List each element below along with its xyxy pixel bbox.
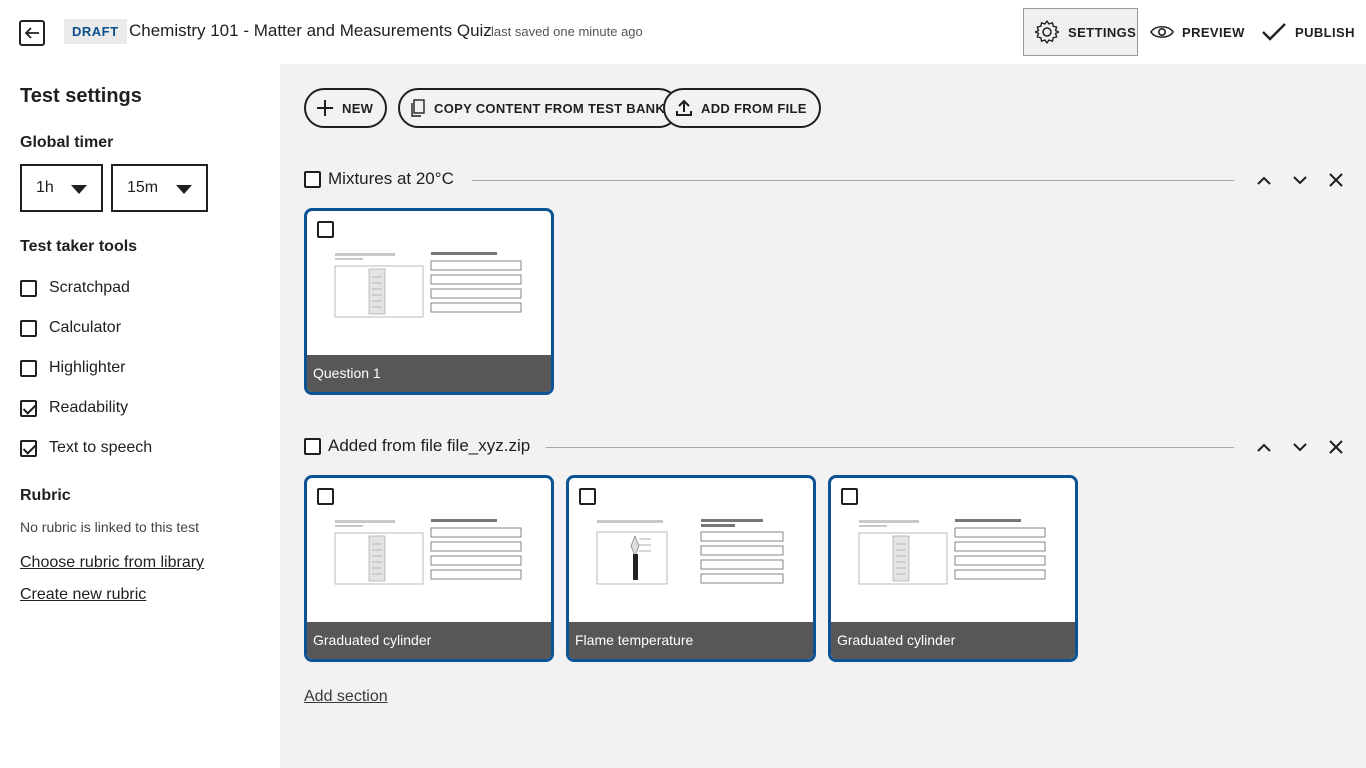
rubric-heading: Rubric — [20, 487, 71, 504]
top-bar: DRAFT Chemistry 101 - Matter and Measure… — [0, 0, 1366, 64]
page-title: Chemistry 101 - Matter and Measurements … — [129, 21, 492, 40]
question-title: Graduated cylinder — [831, 622, 1075, 659]
tool-highlighter[interactable]: Highlighter — [20, 356, 125, 380]
tool-label: Calculator — [49, 319, 122, 336]
settings-button[interactable]: SETTINGS — [1023, 8, 1138, 56]
check-icon — [1262, 23, 1286, 41]
remove-section-button[interactable] — [1324, 435, 1348, 459]
question-checkbox[interactable] — [317, 221, 334, 238]
move-section-down-button[interactable] — [1288, 168, 1312, 192]
chevron-up-icon — [1257, 443, 1271, 452]
sidebar-title: Test settings — [20, 85, 142, 107]
question-card[interactable]: Graduated cylinder — [828, 475, 1078, 662]
section-title: Mixtures at 20°C — [328, 169, 454, 188]
question-title: Graduated cylinder — [307, 622, 551, 659]
text-to-speech-checkbox[interactable] — [20, 439, 37, 457]
copy-icon — [411, 99, 425, 117]
scratchpad-checkbox[interactable] — [20, 279, 37, 297]
eye-icon — [1150, 25, 1174, 39]
question-card[interactable]: Flame temperature — [566, 475, 816, 662]
highlighter-checkbox[interactable] — [20, 359, 37, 377]
question-checkbox[interactable] — [579, 488, 596, 505]
tool-text-to-speech[interactable]: Text to speech — [20, 436, 152, 460]
tool-label: Readability — [49, 399, 129, 416]
rubric-note: No rubric is linked to this test — [20, 519, 199, 535]
question-checkbox[interactable] — [317, 488, 334, 505]
readability-checkbox[interactable] — [20, 399, 37, 417]
upload-icon — [676, 99, 692, 116]
tool-label: Highlighter — [49, 359, 126, 376]
add-from-file-button[interactable]: ADD FROM FILE — [663, 88, 821, 128]
timer-minutes-value: 15m — [127, 179, 159, 196]
section-title: Added from file file_xyz.zip — [328, 436, 531, 455]
question-card[interactable]: Graduated cylinder — [304, 475, 554, 662]
section-header: Added from file file_xyz.zip — [304, 435, 1350, 459]
calculator-checkbox[interactable] — [20, 319, 37, 337]
chevron-down-icon — [1293, 442, 1307, 451]
chevron-down-icon — [1293, 175, 1307, 184]
save-status: last saved one minute ago — [491, 24, 643, 39]
question-thumbnail — [596, 519, 784, 585]
section-divider — [472, 180, 1234, 181]
tool-calculator[interactable]: Calculator — [20, 316, 121, 340]
timer-minutes-select[interactable]: 15m — [111, 164, 208, 212]
chevron-up-icon — [1257, 176, 1271, 185]
preview-label: PREVIEW — [1182, 24, 1245, 40]
question-title: Flame temperature — [569, 622, 813, 659]
choose-rubric-link[interactable]: Choose rubric from library — [20, 554, 204, 572]
back-arrow-icon — [24, 27, 39, 39]
question-thumbnail — [334, 252, 522, 318]
status-badge: DRAFT — [64, 19, 127, 44]
close-icon — [1329, 173, 1343, 187]
move-section-down-button[interactable] — [1288, 435, 1312, 459]
chevron-down-icon — [176, 185, 192, 194]
question-thumbnail — [334, 519, 522, 585]
move-section-up-button[interactable] — [1252, 435, 1276, 459]
section-divider — [546, 447, 1234, 448]
question-checkbox[interactable] — [841, 488, 858, 505]
preview-button[interactable]: PREVIEW — [1150, 8, 1245, 56]
main-content: NEW COPY CONTENT FROM TEST BANK ADD FROM… — [280, 64, 1366, 768]
section-checkbox[interactable] — [304, 171, 321, 188]
remove-section-button[interactable] — [1324, 168, 1348, 192]
tool-label: Text to speech — [49, 439, 153, 456]
timer-heading: Global timer — [20, 134, 114, 151]
chevron-down-icon — [71, 185, 87, 194]
settings-sidebar: Test settings Global timer 1h 15m Test t… — [0, 64, 280, 768]
tool-label: Scratchpad — [49, 279, 130, 296]
tool-scratchpad[interactable]: Scratchpad — [20, 276, 130, 300]
timer-hours-value: 1h — [36, 179, 54, 196]
section-checkbox[interactable] — [304, 438, 321, 455]
close-icon — [1329, 440, 1343, 454]
timer-hours-select[interactable]: 1h — [20, 164, 103, 212]
copy-from-test-bank-button[interactable]: COPY CONTENT FROM TEST BANK — [398, 88, 680, 128]
add-section-link[interactable]: Add section — [304, 688, 388, 706]
section-header: Mixtures at 20°C — [304, 168, 1350, 192]
new-button[interactable]: NEW — [304, 88, 388, 128]
publish-button[interactable]: PUBLISH — [1261, 8, 1355, 56]
plus-icon — [317, 100, 333, 116]
settings-label: SETTINGS — [1068, 24, 1137, 40]
question-thumbnail — [858, 519, 1046, 585]
publish-label: PUBLISH — [1295, 24, 1355, 40]
question-title: Question 1 — [307, 355, 551, 392]
tools-heading: Test taker tools — [20, 238, 138, 255]
question-card[interactable]: Question 1 — [304, 208, 554, 395]
tool-readability[interactable]: Readability — [20, 396, 128, 420]
create-rubric-link[interactable]: Create new rubric — [20, 586, 146, 604]
copy-label: COPY CONTENT FROM TEST BANK — [434, 100, 666, 116]
new-label: NEW — [342, 100, 374, 116]
back-button[interactable] — [19, 20, 45, 46]
gear-icon — [1034, 20, 1060, 44]
add-file-label: ADD FROM FILE — [701, 100, 807, 116]
move-section-up-button[interactable] — [1252, 168, 1276, 192]
